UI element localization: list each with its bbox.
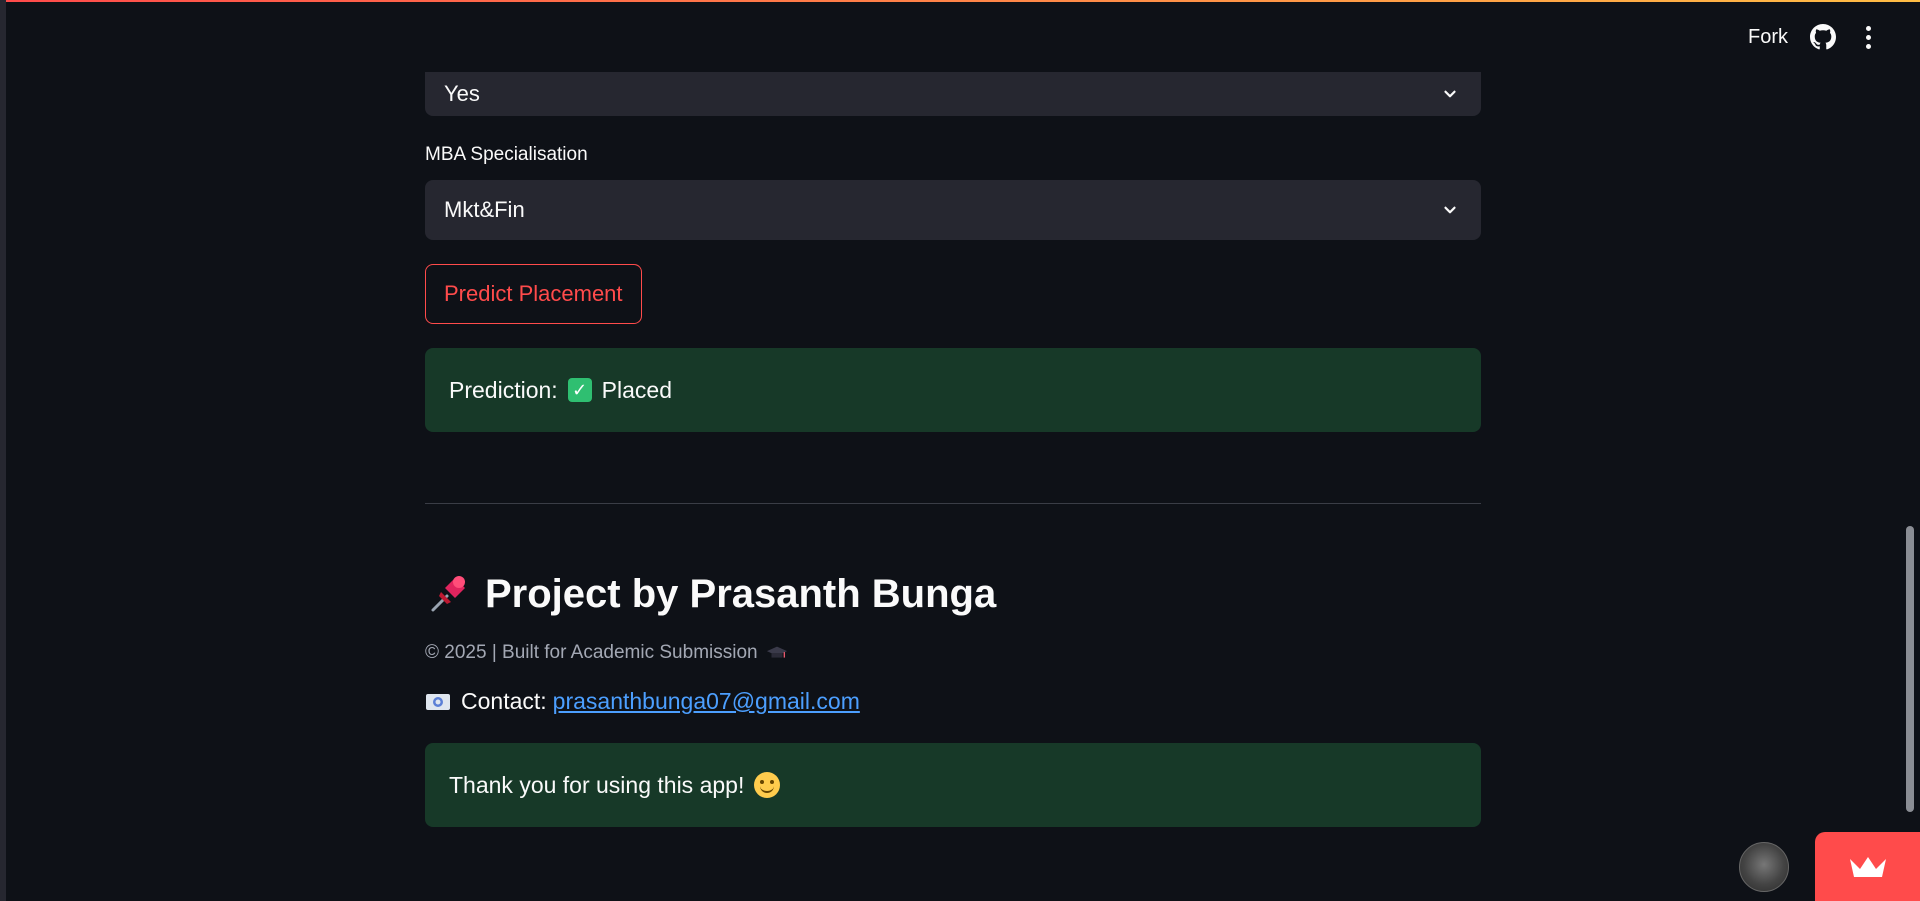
streamlit-badge[interactable] <box>1815 832 1920 901</box>
avatar[interactable] <box>1739 842 1789 892</box>
footer-heading: Project by Prasanth Bunga <box>425 570 1481 618</box>
pushpin-icon <box>431 576 465 612</box>
footer-caption: © 2025 | Built for Academic Submission <box>425 642 1481 664</box>
divider <box>425 503 1481 504</box>
left-edge <box>0 0 6 901</box>
footer-heading-text: Project by Prasanth Bunga <box>485 571 997 616</box>
previous-select[interactable]: Yes <box>425 72 1481 116</box>
contact-label: Contact: <box>461 688 547 714</box>
scrollbar[interactable] <box>1906 526 1914 812</box>
fork-button[interactable]: Fork <box>1748 26 1788 49</box>
envelope-icon <box>426 693 450 710</box>
vertical-ellipsis-icon[interactable] <box>1858 24 1878 50</box>
previous-select-value: Yes <box>444 81 480 106</box>
chevron-down-icon <box>1441 85 1459 103</box>
specialisation-select-value: Mkt&Fin <box>444 197 525 222</box>
footer-caption-text: © 2025 | Built for Academic Submission <box>425 642 758 663</box>
main-content: Yes MBA Specialisation Mkt&Fin Predict P… <box>425 72 1481 827</box>
contact-line: Contact: prasanthbunga07@gmail.com <box>425 688 1481 715</box>
thank-you-alert: Thank you for using this app! <box>425 743 1481 827</box>
crown-icon <box>1848 853 1888 881</box>
predict-placement-button[interactable]: Predict Placement <box>425 264 642 324</box>
chevron-down-icon <box>1441 201 1459 219</box>
top-accent-bar <box>0 0 1920 2</box>
toolbar: Fork <box>1748 24 1878 50</box>
contact-email-link[interactable]: prasanthbunga07@gmail.com <box>553 688 860 715</box>
github-icon[interactable] <box>1810 24 1836 50</box>
prediction-prefix: Prediction: <box>449 376 558 403</box>
thank-you-text: Thank you for using this app! <box>449 771 745 798</box>
check-mark-icon: ✓ <box>567 378 592 402</box>
app-frame: Fork Yes MBA Specialisation Mkt&Fin Pred… <box>0 0 1920 901</box>
smiling-face-icon <box>754 772 781 798</box>
graduation-cap-icon <box>766 646 787 658</box>
specialisation-select[interactable]: Mkt&Fin <box>425 180 1481 240</box>
specialisation-label: MBA Specialisation <box>425 144 588 165</box>
prediction-result: Placed <box>601 376 672 403</box>
prediction-alert: Prediction: ✓ Placed <box>425 348 1481 432</box>
